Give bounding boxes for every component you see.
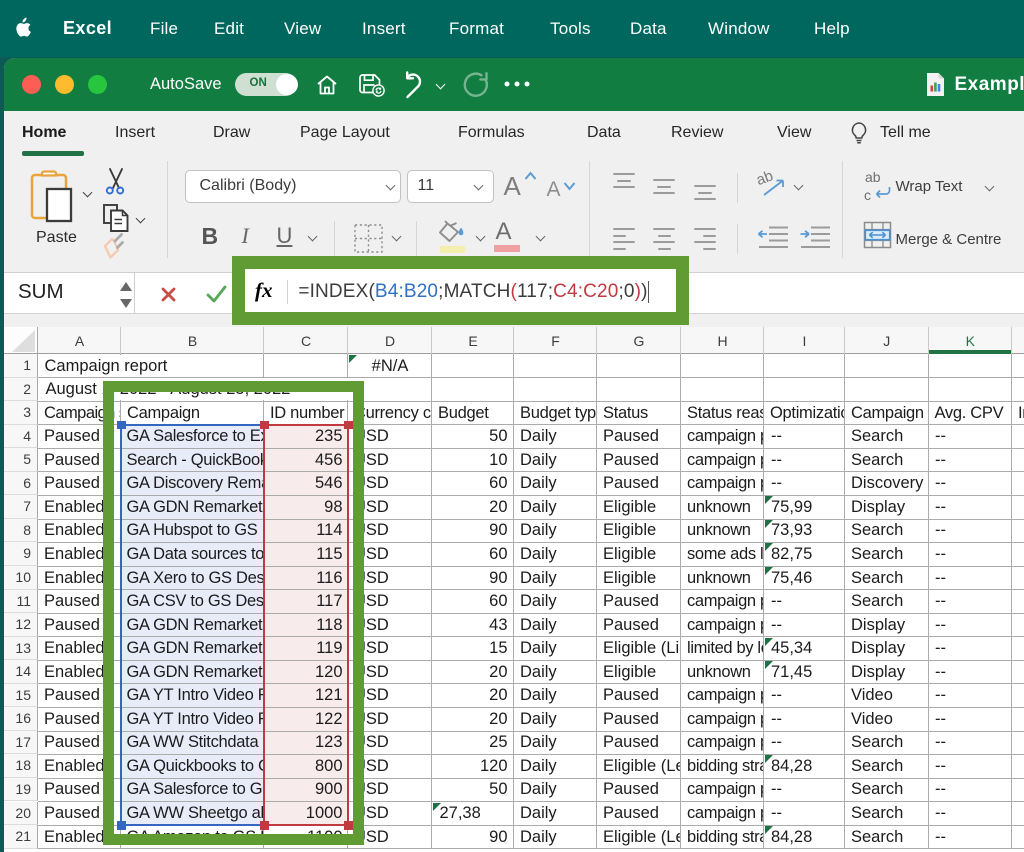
- svg-text:c: c: [864, 187, 871, 203]
- svg-text:ab: ab: [757, 170, 775, 189]
- svg-text:ab: ab: [865, 169, 881, 185]
